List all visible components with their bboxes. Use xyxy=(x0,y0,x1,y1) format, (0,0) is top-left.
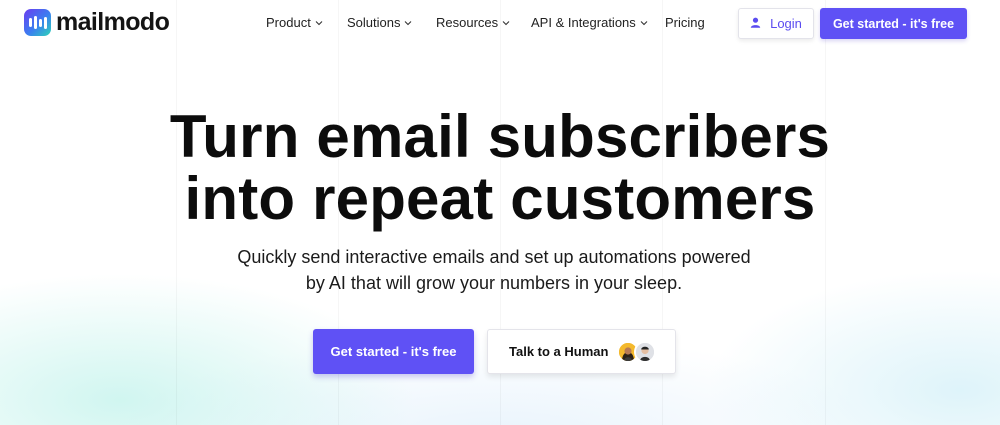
user-icon xyxy=(750,16,761,31)
get-started-button[interactable]: Get started - it's free xyxy=(313,329,474,374)
nav-item-label: Product xyxy=(266,15,311,30)
nav-item-label: Pricing xyxy=(665,15,705,30)
nav-item-pricing[interactable]: Pricing xyxy=(665,15,705,30)
nav-item-label: Solutions xyxy=(347,15,401,30)
chevron-down-icon xyxy=(404,19,412,27)
chevron-down-icon xyxy=(315,19,323,27)
login-label: Login xyxy=(770,16,802,31)
nav-item-api-integrations[interactable]: API & Integrations xyxy=(531,15,648,30)
login-button[interactable]: Login xyxy=(738,8,814,39)
talk-to-human-button[interactable]: Talk to a Human xyxy=(487,329,676,374)
talk-to-human-label: Talk to a Human xyxy=(509,344,609,359)
chevron-down-icon xyxy=(502,19,510,27)
hero-subtitle-line-1: Quickly send interactive emails and set … xyxy=(237,247,751,267)
hero-subtitle-line-2: by AI that will grow your numbers in you… xyxy=(305,273,683,293)
nav-item-label: API & Integrations xyxy=(531,15,636,30)
get-started-nav-button[interactable]: Get started - it's free xyxy=(820,8,967,39)
avatar-group xyxy=(617,341,659,363)
hero-headline-line-1: Turn email subscribers xyxy=(169,103,831,170)
nav-item-resources[interactable]: Resources xyxy=(436,15,510,30)
chevron-down-icon xyxy=(640,19,648,27)
hero-headline-line-2: into repeat customers xyxy=(184,165,816,232)
person-avatar-man-icon xyxy=(634,341,656,363)
nav-item-label: Resources xyxy=(436,15,499,30)
nav-item-solutions[interactable]: Solutions xyxy=(347,15,412,30)
nav-item-product[interactable]: Product xyxy=(266,15,323,30)
top-navbar: mailmodo Product Solutions Resources API… xyxy=(0,0,1000,46)
